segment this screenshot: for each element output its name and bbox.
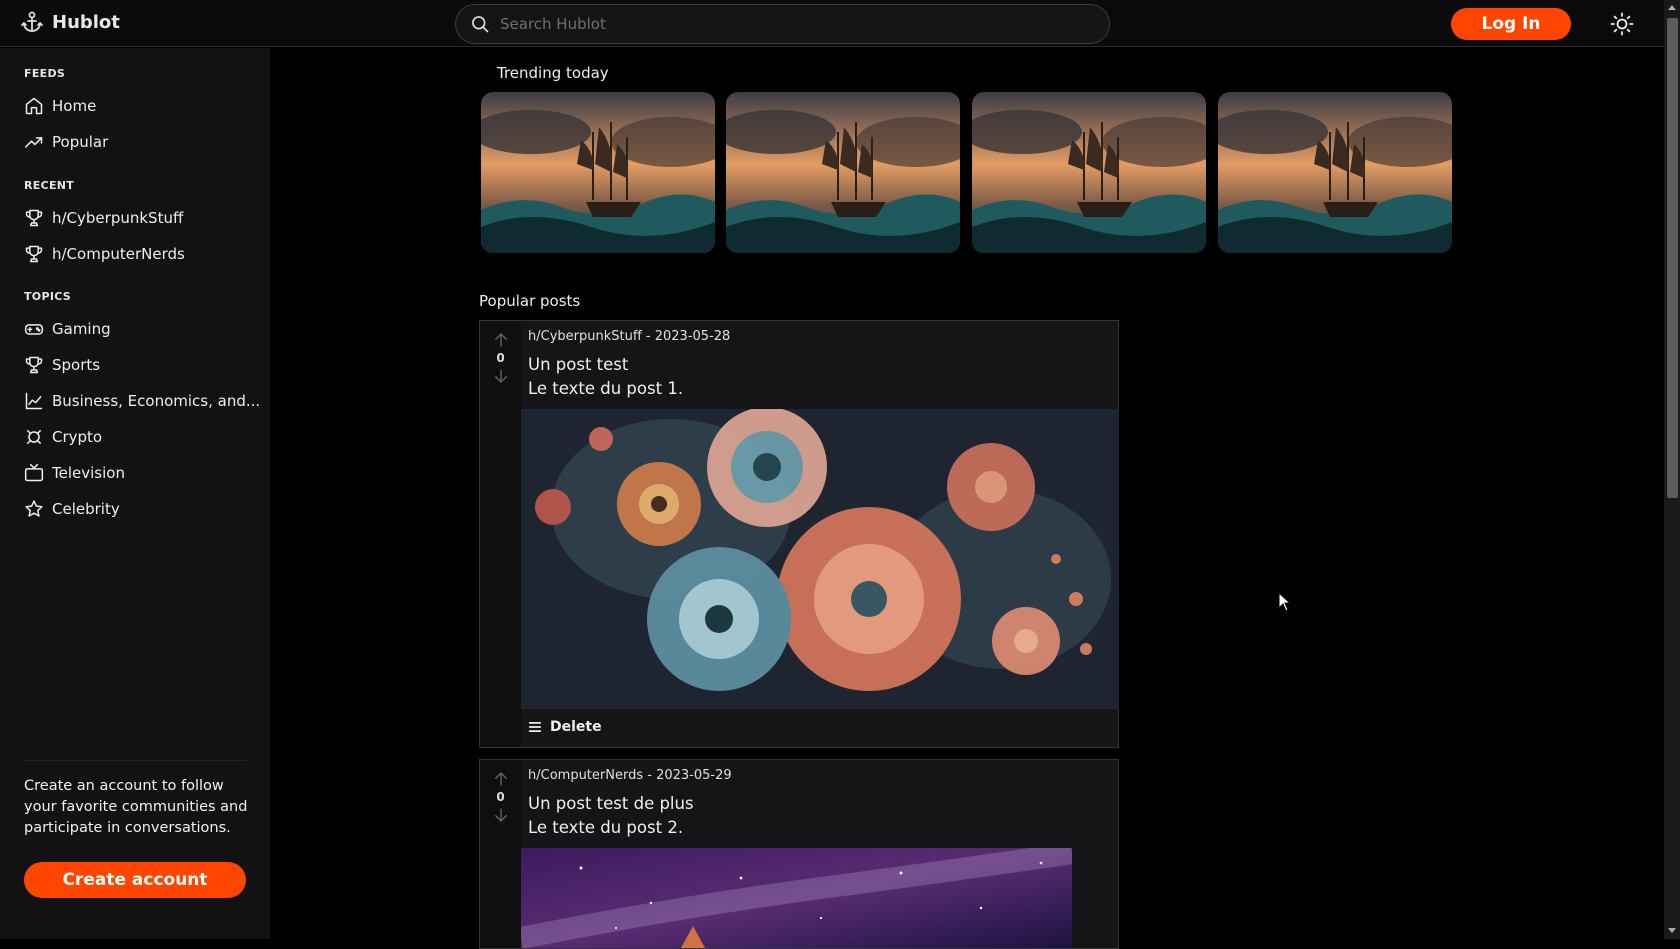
sidebar-item-celebrity[interactable]: Celebrity: [24, 496, 120, 522]
bitcoin-icon: [26, 429, 42, 445]
trending-card[interactable]: [972, 92, 1206, 253]
sidebar-item-sports[interactable]: Sports: [24, 352, 100, 378]
vote-column: 0: [480, 760, 521, 948]
scrollbar[interactable]: [1664, 0, 1680, 939]
home-icon: [25, 97, 43, 115]
sidebar-item-home[interactable]: Home: [24, 93, 96, 119]
top-bar: Hublot Log In: [0, 0, 1664, 47]
sidebar-item-label: Gaming: [52, 320, 111, 338]
post-body: Le texte du post 1.: [528, 379, 684, 398]
sidebar-item-crypto[interactable]: Crypto: [24, 424, 102, 450]
sidebar-divider: [24, 760, 246, 761]
mouse-cursor-icon: [1278, 592, 1292, 612]
logo-text: Hublot: [52, 11, 120, 33]
post-image[interactable]: [521, 848, 1072, 948]
post-body: Le texte du post 2.: [528, 818, 684, 837]
feeds-title: FEEDS: [24, 67, 66, 80]
post-card[interactable]: 0 h/CyberpunkStuff - 2023-05-28 Un post …: [479, 320, 1119, 748]
sidebar-item-computernerds[interactable]: h/ComputerNerds: [24, 241, 185, 267]
signup-prompt: Create an account to follow your favorit…: [24, 778, 248, 836]
trophy-icon: [25, 245, 43, 263]
sidebar-item-label: Television: [52, 464, 125, 482]
sidebar-item-label: Popular: [52, 133, 109, 151]
trophy-icon: [25, 356, 43, 374]
sidebar-item-television[interactable]: Television: [24, 460, 125, 486]
vote-score: 0: [496, 790, 505, 804]
sidebar-item-popular[interactable]: Popular: [24, 129, 108, 155]
vote-score: 0: [496, 351, 505, 365]
login-button[interactable]: Log In: [1451, 8, 1571, 40]
post-meta[interactable]: h/CyberpunkStuff - 2023-05-28: [528, 329, 730, 344]
search-input[interactable]: [500, 15, 1060, 33]
ship-illustration: [1218, 92, 1452, 253]
delete-button[interactable]: Delete: [528, 719, 602, 735]
search-bar[interactable]: [455, 4, 1110, 44]
upvote-icon[interactable]: [492, 770, 510, 788]
popular-title: Popular posts: [479, 292, 581, 310]
star-icon: [25, 500, 43, 517]
tv-icon: [24, 463, 44, 482]
scroll-down-arrow[interactable]: [1668, 928, 1676, 933]
trending-title: Trending today: [497, 64, 609, 82]
upvote-icon[interactable]: [492, 331, 510, 349]
trending-card[interactable]: [481, 92, 715, 253]
ship-illustration: [726, 92, 960, 253]
scroll-thumb[interactable]: [1667, 18, 1678, 498]
vote-column: 0: [480, 321, 521, 747]
downvote-icon[interactable]: [492, 367, 510, 385]
sun-icon[interactable]: [1610, 12, 1634, 36]
scroll-up-arrow[interactable]: [1668, 5, 1676, 10]
recent-title: RECENT: [24, 179, 75, 192]
post-image[interactable]: [521, 409, 1119, 709]
line-chart-icon: [25, 392, 43, 410]
downvote-icon[interactable]: [492, 806, 510, 824]
delete-label: Delete: [550, 719, 602, 735]
sidebar-item-label: Sports: [52, 356, 101, 374]
topics-title: TOPICS: [24, 290, 72, 303]
sidebar-item-cyberpunkstuff[interactable]: h/CyberpunkStuff: [24, 205, 183, 231]
flowers-illustration: [521, 409, 1119, 709]
sidebar-item-gaming[interactable]: Gaming: [24, 316, 111, 342]
anchor-icon: [21, 11, 43, 32]
search-icon: [472, 16, 489, 33]
ship-illustration: [481, 92, 715, 253]
create-account-button[interactable]: Create account: [24, 862, 246, 898]
menu-icon: [528, 722, 542, 732]
gamepad-icon: [24, 324, 44, 335]
galaxy-illustration: [521, 848, 1072, 948]
post-card[interactable]: 0 h/ComputerNerds - 2023-05-29 Un post t…: [479, 759, 1119, 949]
sidebar-item-label: Business, Economics, and...: [52, 392, 261, 410]
trending-card[interactable]: [726, 92, 960, 253]
sidebar-item-label: Home: [52, 97, 97, 115]
ship-illustration: [972, 92, 1206, 253]
sidebar-item-label: h/ComputerNerds: [52, 245, 185, 263]
logo[interactable]: Hublot: [20, 10, 120, 34]
trending-card[interactable]: [1218, 92, 1452, 253]
sidebar-item-business[interactable]: Business, Economics, and...: [24, 388, 260, 414]
sidebar-item-label: h/CyberpunkStuff: [52, 209, 184, 227]
sidebar: FEEDS Home Popular RECENT h/CyberpunkStu…: [0, 48, 270, 939]
post-title[interactable]: Un post test de plus: [528, 794, 694, 813]
trending-up-icon: [24, 137, 43, 148]
post-title[interactable]: Un post test: [528, 355, 628, 374]
trophy-icon: [25, 209, 43, 227]
post-meta[interactable]: h/ComputerNerds - 2023-05-29: [528, 768, 732, 783]
sidebar-item-label: Crypto: [52, 428, 103, 446]
sidebar-item-label: Celebrity: [52, 500, 120, 518]
